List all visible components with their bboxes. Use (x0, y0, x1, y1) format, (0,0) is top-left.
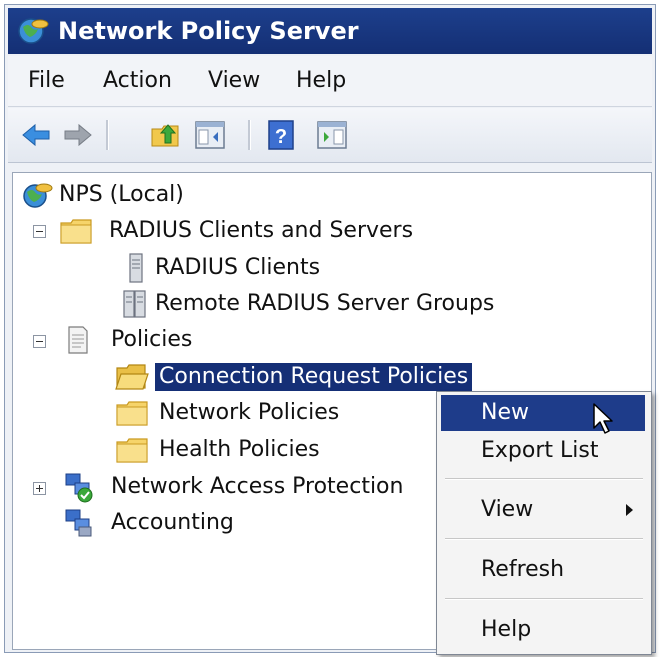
menu-separator (445, 538, 643, 540)
tree-label: Network Policies (159, 400, 340, 425)
menu-item-label: Refresh (481, 557, 565, 582)
menu-file[interactable]: File (28, 68, 65, 94)
show-hide-tree-icon[interactable] (194, 119, 226, 151)
menu-separator (445, 598, 643, 600)
back-icon[interactable] (20, 119, 52, 151)
tree-label: Remote RADIUS Server Groups (155, 291, 495, 316)
folder-icon (116, 438, 148, 463)
server-group-icon (123, 290, 146, 318)
tree-label: RADIUS Clients (155, 255, 321, 280)
forward-icon[interactable] (62, 119, 94, 151)
submenu-arrow-icon (626, 504, 633, 516)
expand-toggle[interactable] (33, 482, 46, 495)
tree-label: Network Access Protection (111, 474, 404, 499)
tree-label: Connection Request Policies (155, 363, 473, 391)
server-icon (129, 253, 143, 283)
svg-text:?: ? (275, 126, 287, 148)
context-menu-view[interactable]: View (441, 492, 645, 528)
action-pane-icon[interactable] (316, 119, 348, 151)
up-folder-icon[interactable] (150, 119, 182, 151)
context-menu-export-list[interactable]: Export List (441, 433, 645, 469)
toolbar-separator (106, 120, 109, 150)
network-access-protection-icon (65, 473, 93, 503)
folder-icon (60, 219, 92, 244)
collapse-toggle[interactable] (33, 335, 46, 348)
menu-bar: File Action View Help (8, 56, 652, 107)
toolbar-separator (248, 120, 251, 150)
nps-globe-icon (23, 183, 53, 208)
menu-item-label: Export List (481, 438, 599, 463)
nps-globe-icon (18, 18, 49, 44)
mouse-cursor-icon (593, 403, 613, 434)
menu-action[interactable]: Action (103, 68, 172, 94)
help-icon[interactable]: ? (266, 119, 298, 151)
menu-item-label: New (481, 400, 529, 425)
tree-label: NPS (Local) (59, 182, 184, 207)
context-menu-refresh[interactable]: Refresh (441, 552, 645, 588)
title-bar[interactable]: Network Policy Server (8, 8, 652, 54)
menu-help[interactable]: Help (296, 68, 346, 94)
menu-view[interactable]: View (208, 68, 260, 94)
menu-item-label: Help (481, 617, 532, 642)
policy-document-icon (68, 326, 88, 354)
accounting-icon (65, 509, 92, 537)
toolbar: ? (8, 108, 652, 163)
context-menu: New Export List View Refresh Help (436, 391, 652, 655)
tree-label: RADIUS Clients and Servers (109, 218, 414, 243)
collapse-toggle[interactable] (33, 225, 46, 238)
window-title: Network Policy Server (58, 17, 359, 45)
open-folder-icon (115, 364, 149, 390)
folder-icon (116, 401, 148, 426)
menu-separator (445, 478, 643, 480)
tree-label: Health Policies (159, 437, 320, 462)
menu-item-label: View (481, 497, 534, 522)
context-menu-help[interactable]: Help (441, 612, 645, 648)
tree-label: Policies (111, 327, 193, 352)
tree-label: Accounting (111, 510, 234, 535)
